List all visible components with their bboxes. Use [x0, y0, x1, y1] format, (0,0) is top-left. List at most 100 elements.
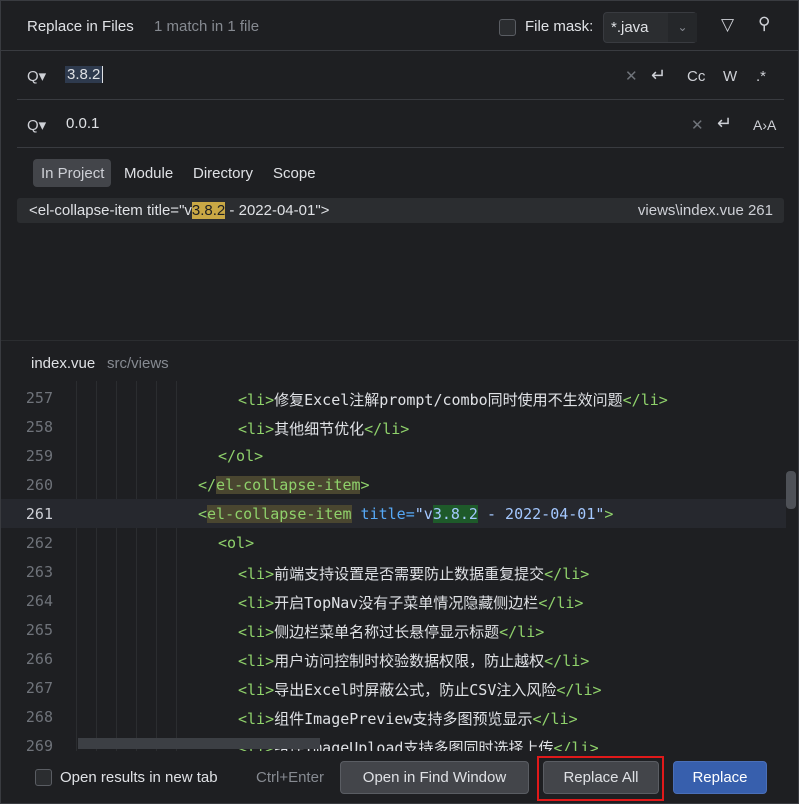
file-mask-checkbox[interactable]	[499, 19, 516, 36]
line-number: 258	[25, 418, 53, 436]
open-in-find-window-button[interactable]: Open in Find Window	[340, 761, 529, 794]
code-text: 修复Excel注解prompt/combo同时使用不生效问题	[274, 391, 623, 409]
replace-input[interactable]: 0.0.1	[66, 115, 99, 132]
newline-icon[interactable]: ↵	[717, 113, 732, 134]
newline-icon[interactable]: ↵	[651, 65, 666, 86]
code-line: <li>侧边栏菜单名称过长悬停显示标题</li>	[238, 621, 544, 642]
pin-icon[interactable]: ⚲	[758, 14, 770, 34]
line-number: 263	[25, 563, 53, 581]
code-line: </ol>	[218, 447, 263, 465]
line-number: 267	[25, 679, 53, 697]
match-highlight: 3.8.2	[432, 505, 478, 523]
tab-module[interactable]: Module	[124, 165, 173, 182]
horizontal-scrollbar[interactable]	[78, 738, 320, 749]
code-line: <li>用户访问控制时校验数据权限，防止越权</li>	[238, 650, 589, 671]
divider	[17, 147, 784, 148]
filter-icon[interactable]: ▽	[721, 15, 734, 35]
divider	[17, 99, 784, 100]
indent-guide	[136, 381, 137, 751]
code-line: <li>导出Excel时屏蔽公式，防止CSV注入风险</li>	[238, 679, 602, 700]
tab-in-project[interactable]: In Project	[41, 165, 104, 182]
line-number: 261	[25, 505, 53, 523]
tag-close: </li>	[544, 565, 590, 583]
tag-name: el-collapse-item	[207, 505, 352, 523]
dialog-title: Replace in Files	[27, 18, 134, 35]
replace-history-icon[interactable]: Q▾	[27, 116, 46, 134]
preview-file-name: index.vue	[31, 355, 96, 372]
clear-search-icon[interactable]: ✕	[625, 67, 638, 85]
indent-guide	[176, 381, 177, 751]
match-case-toggle[interactable]: Cc	[687, 68, 705, 85]
line-number: 259	[25, 447, 53, 465]
replace-button[interactable]: Replace	[673, 761, 767, 794]
tag-close: </li>	[622, 391, 668, 409]
attr-value: - 2022-04-01"	[477, 505, 605, 523]
code-text: 用户访问控制时校验数据权限，防止越权	[274, 652, 545, 670]
code-text: 其他细节优化	[274, 420, 365, 438]
tag-bracket: <	[198, 505, 208, 523]
code-text: 组件ImagePreview支持多图预览显示	[274, 710, 533, 728]
search-input[interactable]: 3.8.2	[65, 66, 104, 83]
match-count: 1 match in 1 file	[154, 18, 260, 35]
line-number: 257	[25, 389, 53, 407]
code-line: <li>组件ImagePreview支持多图预览显示</li>	[238, 708, 578, 729]
file-mask-select[interactable]: *.java ⌄	[603, 12, 697, 43]
code-line: <li>其他细节优化</li>	[238, 418, 409, 439]
code-text: </el-collapse-item>	[198, 476, 370, 494]
code-text: 开启TopNav没有子菜单情况隐藏侧边栏	[274, 594, 539, 612]
divider	[1, 340, 799, 341]
clear-replace-icon[interactable]: ✕	[691, 116, 704, 134]
code-text: 前端支持设置是否需要防止数据重复提交	[274, 565, 545, 583]
tag-open: <li>	[238, 681, 275, 699]
file-mask-value: *.java	[611, 19, 649, 36]
code-line: <li>前端支持设置是否需要防止数据重复提交</li>	[238, 563, 589, 584]
whole-words-toggle[interactable]: W	[723, 68, 737, 85]
code-text: </ol>	[218, 447, 264, 465]
tab-scope[interactable]: Scope	[273, 165, 316, 182]
replace-in-files-dialog: Replace in Files 1 match in 1 file File …	[0, 0, 799, 804]
open-new-tab-checkbox[interactable]	[35, 769, 52, 786]
result-prefix: <el-collapse-item title="v	[29, 202, 192, 219]
code-line: <el-collapse-item title="v3.8.2 - 2022-0…	[198, 505, 613, 523]
result-text: <el-collapse-item title="v3.8.2 - 2022-0…	[29, 202, 329, 219]
preserve-case-toggle[interactable]: A›A	[753, 117, 776, 133]
regex-toggle[interactable]: .*	[756, 68, 766, 85]
tag-close: </li>	[556, 681, 602, 699]
line-number: 266	[25, 650, 53, 668]
code-line: <ol>	[218, 534, 254, 552]
tag-close: </li>	[499, 623, 545, 641]
code-text: <ol>	[218, 534, 255, 552]
line-number: 268	[25, 708, 53, 726]
tag-open: <li>	[238, 565, 275, 583]
tag-close: </li>	[553, 739, 599, 751]
file-mask-label: File mask:	[525, 18, 594, 35]
result-row[interactable]: <el-collapse-item title="v3.8.2 - 2022-0…	[17, 198, 784, 223]
tag-open: <li>	[238, 594, 275, 612]
chevron-down-icon[interactable]: ⌄	[668, 13, 697, 42]
tag-close: </li>	[532, 710, 578, 728]
replace-all-button[interactable]: Replace All	[543, 761, 659, 794]
code-line: </el-collapse-item>	[198, 476, 370, 494]
vertical-scrollbar[interactable]	[786, 471, 796, 509]
indent-guide	[96, 381, 97, 751]
attr-name: title=	[351, 505, 415, 523]
result-match: 3.8.2	[191, 202, 226, 219]
shortcut-hint: Ctrl+Enter	[256, 769, 324, 786]
tag-open: <li>	[238, 391, 275, 409]
tag-open: <li>	[238, 652, 275, 670]
line-number: 264	[25, 592, 53, 610]
tag-bracket: >	[604, 505, 614, 523]
indent-guide	[116, 381, 117, 751]
indent-guide	[76, 381, 77, 751]
code-line: <li>修复Excel注解prompt/combo同时使用不生效问题</li>	[238, 389, 668, 410]
tab-directory[interactable]: Directory	[193, 165, 253, 182]
tag-close: </li>	[544, 652, 590, 670]
preview-file-path: src/views	[107, 355, 169, 372]
code-preview[interactable]: 257 <li>修复Excel注解prompt/combo同时使用不生效问题</l…	[1, 381, 798, 751]
code-text: 导出Excel时屏蔽公式，防止CSV注入风险	[274, 681, 557, 699]
search-history-icon[interactable]: Q▾	[27, 67, 46, 85]
tag-open: <li>	[238, 420, 275, 438]
line-number: 262	[25, 534, 53, 552]
open-new-tab-label[interactable]: Open results in new tab	[60, 769, 218, 786]
tag-close: </li>	[364, 420, 410, 438]
